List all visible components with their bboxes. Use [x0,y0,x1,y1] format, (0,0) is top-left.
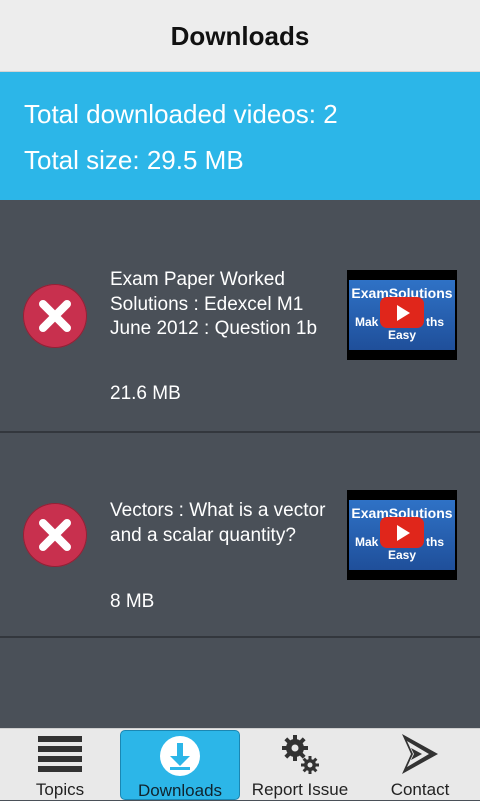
download-item[interactable]: Exam Paper Worked Solutions : Edexcel M1… [0,200,480,433]
app-header: Downloads [0,0,480,72]
tab-label: Report Issue [251,780,349,799]
menu-icon [0,731,120,777]
download-item[interactable]: Vectors : What is a vector and a scalar … [0,433,480,638]
video-title: Vectors : What is a vector and a scalar … [110,500,326,546]
delete-button[interactable] [23,284,87,348]
downloads-list: Exam Paper Worked Solutions : Edexcel M1… [0,200,480,728]
video-size: 21.6 MB [110,383,181,404]
download-summary: Total downloaded videos: 2 Total size: 2… [0,72,480,200]
close-icon [39,519,71,551]
tab-label: Downloads [137,781,223,800]
play-icon[interactable] [380,517,424,548]
bottom-tab-bar: Topics Downloads Report Issue Contact [0,728,480,800]
thumbnail-tagline-line2: Easy [387,548,417,562]
total-videos-text: Total downloaded videos: 2 [24,99,338,129]
close-icon [39,300,71,332]
thumbnail-tagline-right: ths [426,315,444,329]
gears-icon [240,731,360,777]
thumbnail-tagline-left: Mak [355,535,379,549]
tab-downloads[interactable]: Downloads [120,730,240,800]
thumbnail-tagline-line2: Easy [387,328,417,342]
tab-label: Contact [390,780,450,799]
video-thumbnail[interactable]: ExamSolutions Mak ths Easy [347,270,457,360]
tab-contact[interactable]: Contact [360,729,480,801]
thumbnail-tagline-left: Mak [355,315,379,329]
video-thumbnail[interactable]: ExamSolutions Mak ths Easy [347,490,457,580]
download-icon [121,733,239,779]
tab-label: Topics [35,780,85,799]
play-icon[interactable] [380,297,424,328]
contact-arrow-icon [360,731,480,777]
delete-button[interactable] [23,503,87,567]
tab-topics[interactable]: Topics [0,729,120,801]
total-size-text: Total size: 29.5 MB [24,145,244,175]
thumbnail-tagline-right: ths [426,535,444,549]
video-size: 8 MB [110,591,155,612]
page-title: Downloads [170,21,310,51]
video-title: Exam Paper Worked Solutions : Edexcel M1… [110,269,318,339]
tab-report-issue[interactable]: Report Issue [240,729,360,801]
